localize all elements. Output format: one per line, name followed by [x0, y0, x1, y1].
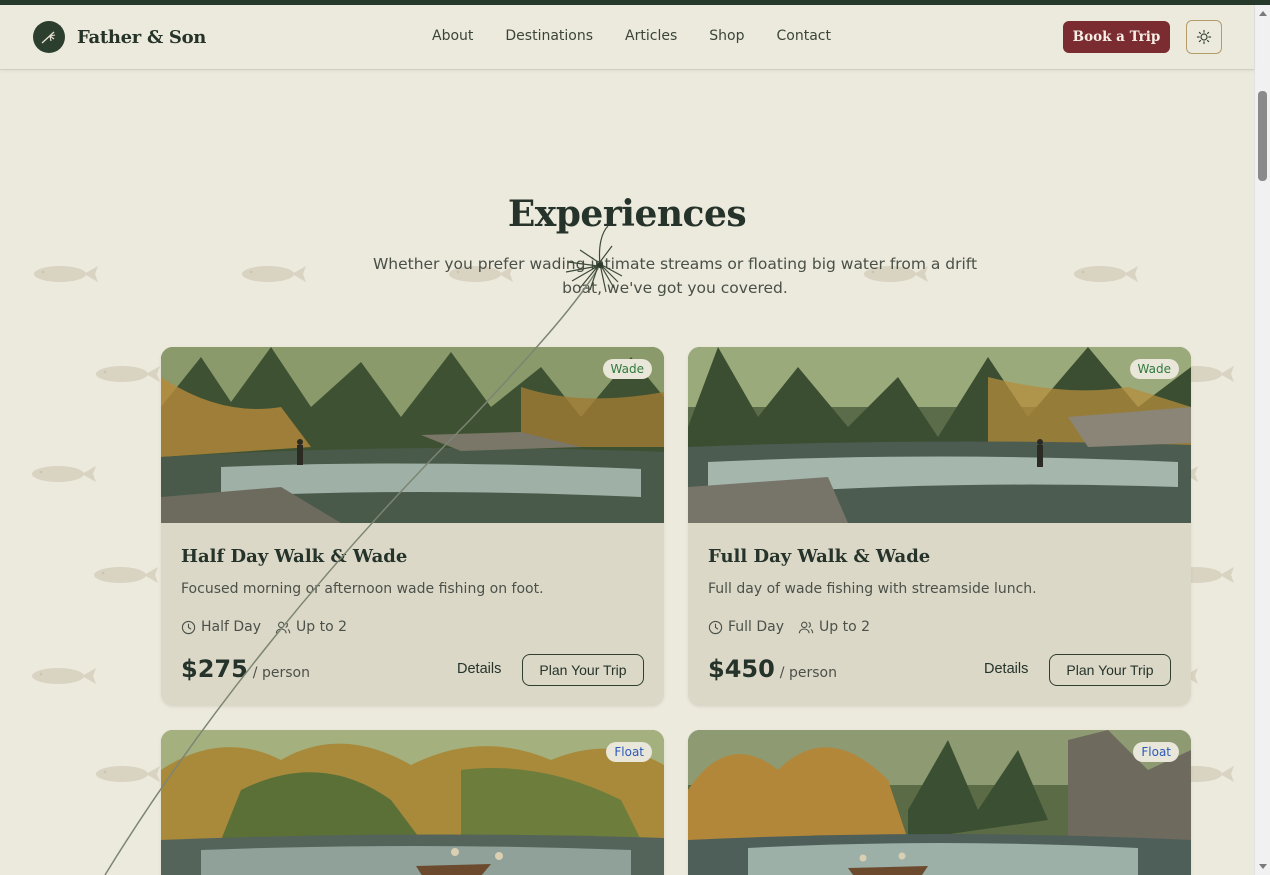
- duration-info: Full Day: [708, 619, 784, 635]
- fly-rod-icon: [33, 21, 65, 53]
- trip-type-badge: Float: [1133, 742, 1179, 762]
- section-title: Experiences: [0, 193, 1254, 235]
- trip-type-badge: Wade: [1130, 359, 1179, 379]
- page-scrollbar[interactable]: [1254, 5, 1270, 875]
- details-button[interactable]: Details: [984, 661, 1028, 677]
- sun-icon: [1196, 29, 1212, 45]
- card-description: Full day of wade fishing with streamside…: [708, 581, 1037, 597]
- experience-card: Float: [161, 730, 664, 875]
- duration-info: Half Day: [181, 619, 261, 635]
- trip-type-badge: Float: [606, 742, 652, 762]
- plan-trip-button[interactable]: Plan Your Trip: [522, 654, 644, 686]
- scroll-up-arrow-icon[interactable]: [1259, 11, 1267, 16]
- group-size-label: Up to 2: [819, 619, 870, 635]
- card-description: Focused morning or afternoon wade fishin…: [181, 581, 544, 597]
- card-price: $450 / person: [708, 655, 837, 683]
- card-price: $275 / person: [181, 655, 310, 683]
- scrollbar-thumb[interactable]: [1258, 91, 1267, 181]
- brand-logo[interactable]: Father & Son: [33, 21, 206, 53]
- experience-card: Float: [688, 730, 1191, 875]
- price-amount: $450: [708, 655, 775, 683]
- details-button[interactable]: Details: [457, 661, 501, 677]
- plan-trip-button[interactable]: Plan Your Trip: [1049, 654, 1171, 686]
- price-unit: / person: [253, 665, 310, 681]
- section-subtitle: Whether you prefer wading intimate strea…: [360, 252, 990, 300]
- book-trip-button[interactable]: Book a Trip: [1063, 21, 1170, 53]
- nav-shop[interactable]: Shop: [709, 28, 744, 44]
- card-photo-wade-river: [688, 347, 1191, 523]
- users-icon: [798, 620, 814, 635]
- duration-label: Half Day: [201, 619, 261, 635]
- card-photo-float-river: [161, 730, 664, 875]
- card-meta: Half Day Up to 2: [181, 619, 347, 635]
- group-size-info: Up to 2: [275, 619, 347, 635]
- nav-contact[interactable]: Contact: [776, 28, 830, 44]
- duration-label: Full Day: [728, 619, 784, 635]
- price-unit: / person: [780, 665, 837, 681]
- price-amount: $275: [181, 655, 248, 683]
- experience-card: Wade Half Day Walk & Wade Focused mornin…: [161, 347, 664, 706]
- experience-card: Wade Full Day Walk & Wade Full day of wa…: [688, 347, 1191, 706]
- nav-articles[interactable]: Articles: [625, 28, 677, 44]
- group-size-info: Up to 2: [798, 619, 870, 635]
- nav-about[interactable]: About: [432, 28, 473, 44]
- clock-icon: [708, 620, 723, 635]
- card-meta: Full Day Up to 2: [708, 619, 870, 635]
- main-nav: About Destinations Articles Shop Contact: [432, 28, 831, 44]
- clock-icon: [181, 620, 196, 635]
- theme-toggle-button[interactable]: [1186, 20, 1222, 54]
- nav-destinations[interactable]: Destinations: [505, 28, 593, 44]
- trip-type-badge: Wade: [603, 359, 652, 379]
- card-photo-wade-river: [161, 347, 664, 523]
- card-title: Half Day Walk & Wade: [181, 546, 407, 567]
- card-photo-float-river: [688, 730, 1191, 875]
- site-header: Father & Son About Destinations Articles…: [0, 5, 1254, 70]
- group-size-label: Up to 2: [296, 619, 347, 635]
- users-icon: [275, 620, 291, 635]
- brand-name: Father & Son: [77, 27, 206, 48]
- card-title: Full Day Walk & Wade: [708, 546, 930, 567]
- scroll-down-arrow-icon[interactable]: [1259, 864, 1267, 869]
